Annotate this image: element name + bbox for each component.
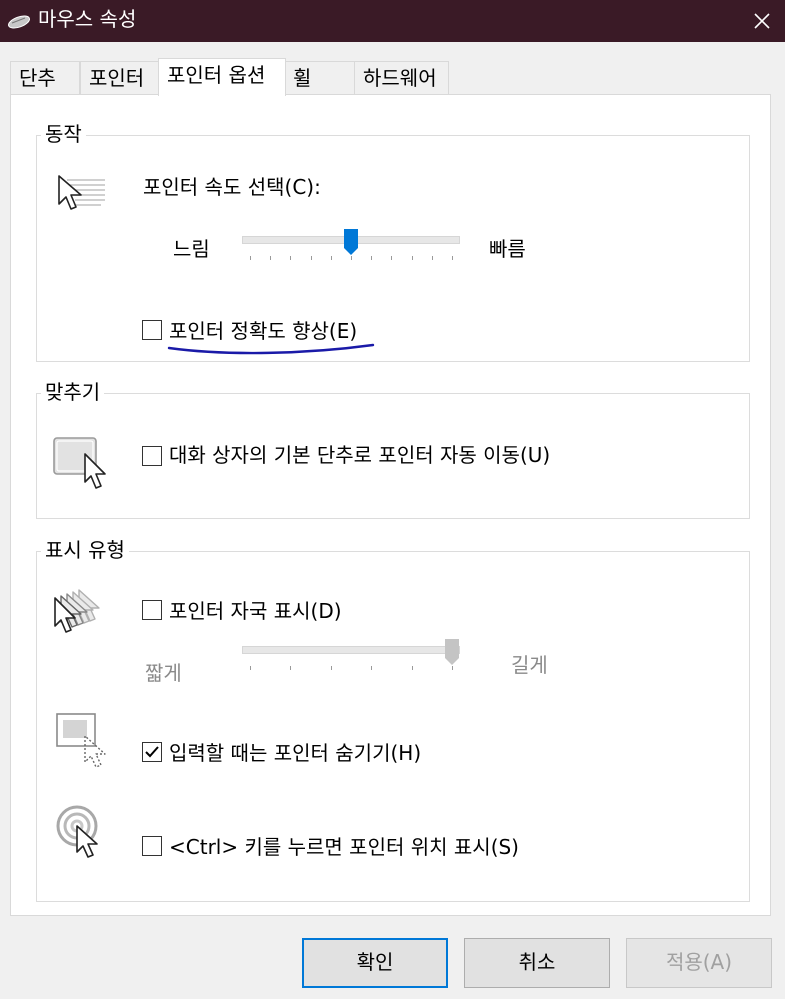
handwritten-underline-annotation — [167, 343, 375, 355]
slider-tick — [250, 666, 251, 670]
tab-buttons[interactable]: 단추 — [10, 61, 80, 95]
snap-group-label: 맞추기 — [41, 378, 105, 406]
slider-tick — [452, 666, 453, 670]
hide-pointer-icon — [56, 713, 106, 768]
motion-group: 동작 포인터 속도 선택(C): 느림 빠름 포인터 정확도 향상(E) — [36, 120, 750, 362]
slider-tick — [431, 256, 433, 260]
snap-group: 맞추기 대화 상자의 기본 단추로 포인터 자동 이동(U) — [36, 378, 750, 519]
speed-fast-label: 빠름 — [489, 237, 526, 261]
hide-while-typing-checkbox[interactable] — [142, 742, 162, 762]
slider-tick — [411, 256, 413, 260]
ok-button[interactable]: 확인 — [302, 938, 448, 988]
trails-checkbox[interactable] — [142, 600, 162, 620]
pointer-speed-icon — [58, 175, 105, 210]
trails-length-slider[interactable] — [242, 638, 462, 678]
close-button[interactable] — [738, 0, 785, 42]
close-icon — [753, 13, 770, 29]
tab-wheel[interactable]: 휠 — [284, 61, 356, 95]
slider-tick — [371, 256, 373, 260]
trails-slider-track — [242, 646, 460, 654]
trails-label: 포인터 자국 표시(D) — [169, 599, 342, 623]
motion-group-label: 동작 — [41, 120, 86, 148]
slider-tick — [452, 256, 453, 260]
pointer-trails-icon — [54, 589, 100, 633]
checkmark-icon — [145, 746, 159, 758]
speed-slow-label: 느림 — [173, 237, 210, 261]
snap-to-checkbox[interactable] — [142, 446, 162, 466]
slider-tick — [270, 256, 272, 260]
title-bar: 마우스 속성 — [0, 0, 785, 42]
tab-pointers[interactable]: 포인터 — [80, 61, 160, 95]
slider-tick — [290, 256, 292, 260]
cancel-button[interactable]: 취소 — [464, 938, 610, 988]
speed-slider-thumb[interactable] — [343, 228, 359, 256]
tab-panel: 동작 포인터 속도 선택(C): 느림 빠름 포인터 정확도 향상(E) 맞추기… — [10, 94, 771, 916]
window-title: 마우스 속성 — [38, 7, 137, 31]
slider-tick — [411, 666, 413, 670]
slider-tick — [310, 256, 312, 260]
visibility-group: 표시 유형 포인터 자국 표시(D) 짧게 길게 입력할 때는 포인터 숨기기(… — [36, 536, 750, 902]
pointer-speed-slider[interactable] — [242, 228, 462, 268]
show-location-checkbox[interactable] — [142, 836, 162, 856]
show-location-icon — [56, 805, 98, 858]
tab-pointer-options[interactable]: 포인터 옵션 — [158, 58, 286, 96]
trails-slider-thumb[interactable] — [444, 638, 460, 666]
apply-button[interactable]: 적용(A) — [626, 938, 772, 988]
visibility-group-label: 표시 유형 — [41, 536, 129, 564]
trails-short-label: 짧게 — [145, 661, 182, 685]
snap-to-icon — [53, 437, 106, 489]
hide-while-typing-label: 입력할 때는 포인터 숨기기(H) — [169, 741, 422, 765]
slider-tick — [330, 256, 332, 260]
slider-tick — [371, 666, 373, 670]
slider-tick — [250, 256, 251, 260]
tab-hardware[interactable]: 하드웨어 — [354, 61, 449, 95]
tab-strip: 단추 포인터 포인터 옵션 휠 하드웨어 — [10, 58, 770, 96]
speed-label: 포인터 속도 선택(C): — [143, 175, 321, 199]
slider-tick — [351, 256, 352, 260]
slider-tick — [290, 666, 292, 670]
slider-tick — [330, 666, 332, 670]
precision-checkbox[interactable] — [142, 320, 162, 340]
slider-tick — [391, 256, 393, 260]
snap-to-label: 대화 상자의 기본 단추로 포인터 자동 이동(U) — [169, 443, 551, 467]
show-location-label: <Ctrl> 키를 누르면 포인터 위치 표시(S) — [169, 835, 519, 859]
mouse-icon — [8, 15, 30, 29]
trails-long-label: 길게 — [511, 653, 548, 677]
